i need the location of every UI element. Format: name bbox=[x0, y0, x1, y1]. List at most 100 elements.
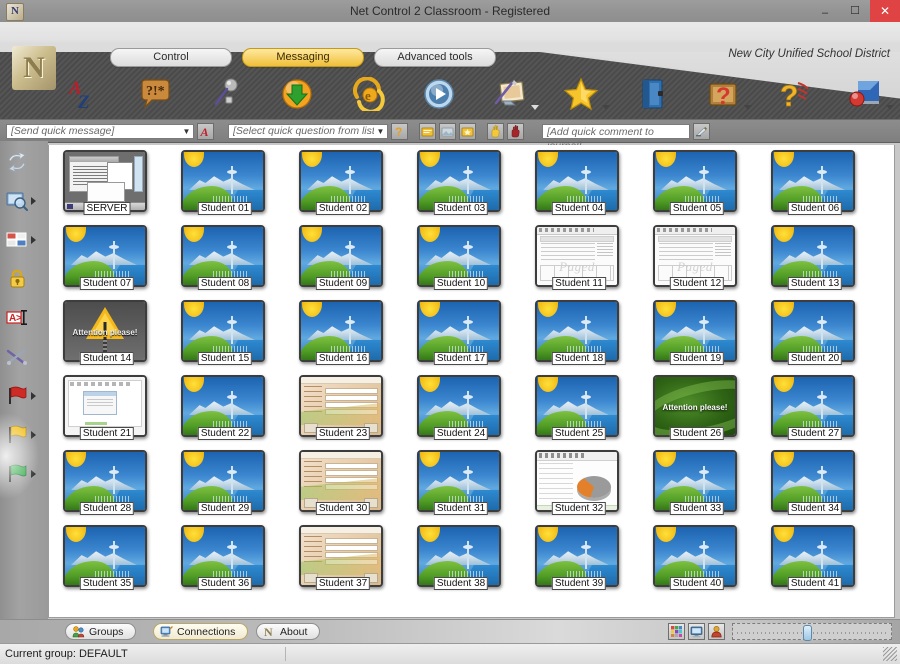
send-message-button[interactable]: A bbox=[197, 123, 214, 140]
student-cell[interactable]: Student 01 bbox=[173, 150, 277, 221]
ribbon-button-question[interactable]: ?Question bbox=[758, 74, 829, 119]
ribbon-button-quiz[interactable]: ?Quiz bbox=[687, 74, 758, 119]
student-cell[interactable]: Student 05 bbox=[645, 150, 749, 221]
ribbon-tab-advanced-tools[interactable]: Advanced tools bbox=[374, 48, 496, 67]
ribbon-button-journal[interactable]: Journal bbox=[616, 74, 687, 119]
student-cell[interactable]: Attention please!Student 26 bbox=[645, 375, 749, 446]
chevron-right-icon[interactable] bbox=[31, 392, 36, 400]
quick-question-button[interactable]: ? bbox=[391, 123, 408, 140]
student-cell[interactable]: Student 10 bbox=[409, 225, 513, 296]
ribbon-button-co-play[interactable]: Co-Play bbox=[403, 74, 474, 119]
student-cell[interactable]: Student 29 bbox=[173, 450, 277, 521]
ribbon-tab-control[interactable]: Control bbox=[110, 48, 232, 67]
student-cell[interactable]: Student 40 bbox=[645, 525, 749, 596]
student-cell[interactable]: Student 35 bbox=[55, 525, 159, 596]
student-cell[interactable]: PagedStudent 12 bbox=[645, 225, 749, 296]
student-name-label: Student 35 bbox=[80, 577, 134, 590]
student-cell[interactable]: Student 18 bbox=[527, 300, 631, 371]
chevron-down-icon[interactable] bbox=[531, 105, 539, 110]
sidebar-item-flag-red[interactable] bbox=[4, 381, 44, 411]
student-cell[interactable]: Student 17 bbox=[409, 300, 513, 371]
student-cell[interactable]: Student 04 bbox=[527, 150, 631, 221]
quick-question-combo[interactable]: [Select quick question from list] ▼ bbox=[228, 124, 388, 139]
student-cell[interactable]: Student 19 bbox=[645, 300, 749, 371]
ribbon-button-messages[interactable]: AZMessages bbox=[48, 74, 119, 119]
student-cell[interactable]: Student 08 bbox=[173, 225, 277, 296]
view-monitor-button[interactable] bbox=[688, 623, 705, 640]
student-cell[interactable]: Student 21 bbox=[55, 375, 159, 446]
ribbon-button-chat[interactable]: ?!*Chat bbox=[119, 74, 190, 119]
student-cell[interactable]: Student 41 bbox=[763, 525, 867, 596]
ribbon-button-whiteboard[interactable]: Whiteboard bbox=[474, 74, 545, 119]
sidebar-item-screenshot[interactable] bbox=[4, 186, 44, 216]
chevron-down-icon[interactable] bbox=[602, 105, 610, 110]
raise-hand-yellow-button[interactable] bbox=[487, 123, 504, 140]
student-cell[interactable]: Student 06 bbox=[763, 150, 867, 221]
student-cell[interactable]: Student 03 bbox=[409, 150, 513, 221]
sidebar-item-flag-green[interactable] bbox=[4, 459, 44, 489]
student-cell[interactable]: Student 28 bbox=[55, 450, 159, 521]
sidebar-item-layout[interactable] bbox=[4, 225, 44, 255]
quick-message-combo[interactable]: [Send quick message] ▼ bbox=[6, 124, 194, 139]
student-cell[interactable]: Student 39 bbox=[527, 525, 631, 596]
chevron-right-icon[interactable] bbox=[31, 236, 36, 244]
student-cell[interactable]: Student 07 bbox=[55, 225, 159, 296]
student-cell[interactable]: Student 30 bbox=[291, 450, 395, 521]
student-cell[interactable]: Student 16 bbox=[291, 300, 395, 371]
student-cell[interactable]: Student 24 bbox=[409, 375, 513, 446]
student-cell[interactable]: SERVER bbox=[55, 150, 159, 221]
ribbon-button-recorder[interactable]: Recorder bbox=[829, 74, 900, 119]
student-cell[interactable]: Student 34 bbox=[763, 450, 867, 521]
journal-write-button[interactable] bbox=[693, 123, 710, 140]
chevron-right-icon[interactable] bbox=[31, 197, 36, 205]
student-cell[interactable]: Student 23 bbox=[291, 375, 395, 446]
sidebar-item-lock[interactable] bbox=[4, 264, 44, 294]
view-tiles-button[interactable] bbox=[668, 623, 685, 640]
student-cell[interactable]: Student 38 bbox=[409, 525, 513, 596]
student-cell[interactable]: PagedStudent 11 bbox=[527, 225, 631, 296]
chevron-right-icon[interactable] bbox=[31, 431, 36, 439]
raise-hand-red-button[interactable] bbox=[507, 123, 524, 140]
ribbon-tab-messaging[interactable]: Messaging bbox=[242, 48, 364, 67]
student-cell[interactable]: Student 37 bbox=[291, 525, 395, 596]
view-users-button[interactable] bbox=[708, 623, 725, 640]
sidebar-item-rename[interactable]: A> bbox=[4, 303, 44, 333]
student-cell[interactable]: Student 13 bbox=[763, 225, 867, 296]
zoom-slider[interactable] bbox=[732, 623, 892, 640]
zoom-slider-handle[interactable] bbox=[803, 625, 812, 641]
sidebar-item-refresh[interactable] bbox=[4, 147, 44, 177]
chevron-down-icon[interactable] bbox=[744, 105, 752, 110]
journal-comment-input[interactable]: [Add quick comment to journal] bbox=[542, 124, 690, 139]
student-cell[interactable]: Student 02 bbox=[291, 150, 395, 221]
close-button[interactable]: ✕ bbox=[870, 0, 900, 22]
student-cell[interactable]: Student 22 bbox=[173, 375, 277, 446]
student-cell[interactable]: Student 33 bbox=[645, 450, 749, 521]
student-cell[interactable]: Student 09 bbox=[291, 225, 395, 296]
bottom-tab-about[interactable]: NAbout bbox=[256, 623, 320, 640]
student-workspace[interactable]: SERVERStudent 01Student 02Student 03Stud… bbox=[48, 145, 895, 618]
maximize-button[interactable]: ☐ bbox=[840, 0, 870, 22]
sidebar-item-flag-yellow[interactable] bbox=[4, 420, 44, 450]
bottom-tab-connections[interactable]: Connections bbox=[153, 623, 248, 640]
student-cell[interactable]: Student 20 bbox=[763, 300, 867, 371]
poll-yellow-button[interactable] bbox=[419, 123, 436, 140]
student-cell[interactable]: Attention please!Student 14 bbox=[55, 300, 159, 371]
chevron-down-icon[interactable] bbox=[886, 105, 894, 110]
chevron-right-icon[interactable] bbox=[31, 470, 36, 478]
resize-grip[interactable] bbox=[883, 647, 897, 661]
bottom-tab-groups[interactable]: Groups bbox=[65, 623, 136, 640]
minimize-button[interactable]: – bbox=[810, 0, 840, 22]
student-cell[interactable]: Student 27 bbox=[763, 375, 867, 446]
student-cell[interactable]: Student 25 bbox=[527, 375, 631, 446]
poll-star-button[interactable] bbox=[459, 123, 476, 140]
sidebar-item-disconnect[interactable] bbox=[4, 342, 44, 372]
ribbon-button-speech[interactable]: Speech bbox=[190, 74, 261, 119]
student-cell[interactable]: Student 32 bbox=[527, 450, 631, 521]
poll-grey-button[interactable] bbox=[439, 123, 456, 140]
ribbon-button-rewards[interactable]: Rewards bbox=[545, 74, 616, 119]
ribbon-button-co-browse[interactable]: eCo-browse bbox=[332, 74, 403, 119]
student-cell[interactable]: Student 31 bbox=[409, 450, 513, 521]
ribbon-button-register[interactable]: Register bbox=[261, 74, 332, 119]
student-cell[interactable]: Student 15 bbox=[173, 300, 277, 371]
student-cell[interactable]: Student 36 bbox=[173, 525, 277, 596]
